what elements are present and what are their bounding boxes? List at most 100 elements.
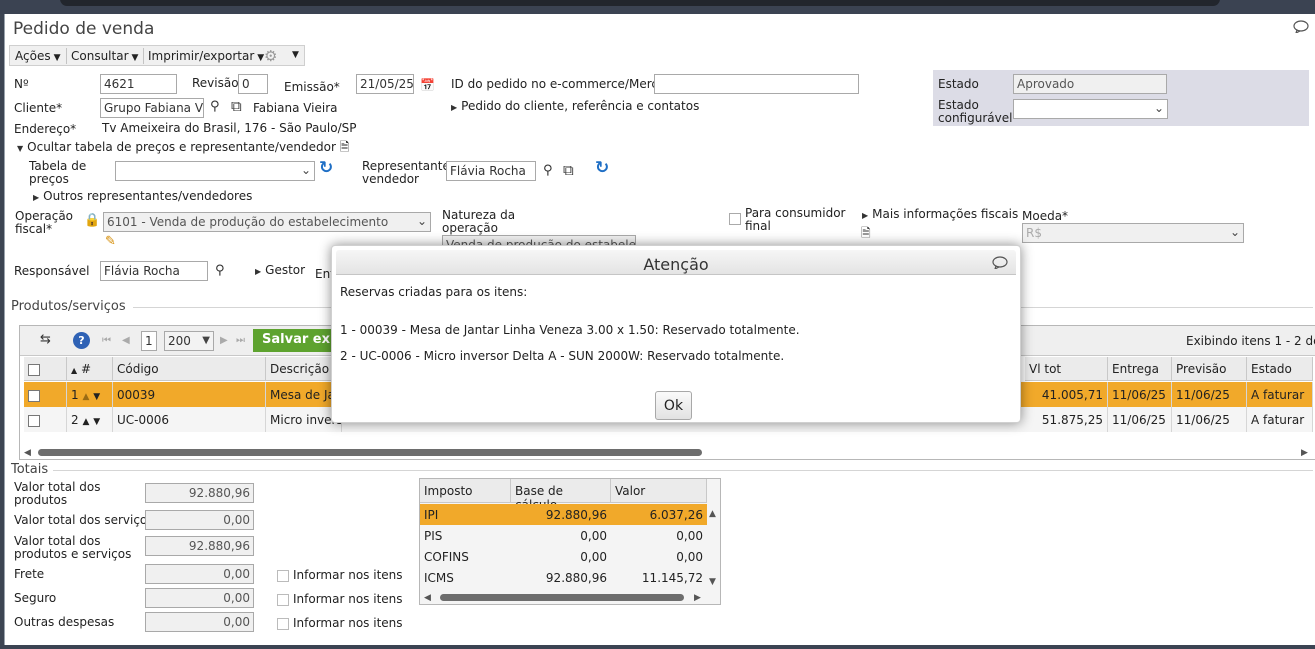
table-row[interactable]: PIS 0,00 0,00	[420, 525, 707, 546]
pedido-cliente-link[interactable]: ▶ Pedido do cliente, referência e contato…	[451, 100, 699, 114]
outras-informar-checkbox[interactable]	[277, 616, 289, 630]
refresh-icon[interactable]: ↻	[319, 160, 333, 177]
seguro-informar-label: Informar nos itens	[293, 592, 403, 606]
external-link-icon[interactable]: ⧉	[563, 163, 574, 178]
tax-horizontal-scrollbar[interactable]: ◀ ▶	[424, 591, 704, 603]
consultar-menu[interactable]: Consultar ▼	[71, 49, 138, 63]
operacao-label-2: fiscal*	[15, 222, 53, 236]
imposto-cell: COFINS	[424, 550, 469, 564]
external-link-icon[interactable]: ⧉	[231, 99, 242, 114]
tabela-precos-select[interactable]: ⌄	[115, 161, 315, 181]
header-codigo[interactable]: Código	[113, 357, 266, 381]
moeda-select[interactable]: R$ ⌄	[1022, 223, 1244, 243]
table-row[interactable]: IPI 92.880,96 6.037,26	[420, 504, 707, 525]
total-produtos-label-2: produtos	[14, 493, 68, 507]
scroll-up-icon[interactable]: ▲	[709, 507, 716, 521]
refresh-icon[interactable]: ↻	[595, 160, 609, 177]
row-checkbox[interactable]	[24, 407, 67, 432]
total-prod-serv-label-2: produtos e serviços	[14, 547, 132, 561]
page-number-field[interactable]: 1	[141, 331, 157, 351]
action-toolbar: Ações ▼ Consultar ▼ Imprimir/exportar ▼ ⚙ ▼	[9, 45, 305, 66]
header-valor[interactable]: Valor	[611, 479, 707, 503]
total-servicos-label: Valor total dos serviços	[14, 513, 154, 527]
imposto-cell: PIS	[424, 529, 443, 543]
triangle-right-icon: ▶	[862, 211, 869, 220]
first-page-icon[interactable]: ⏮	[102, 334, 111, 348]
gestor-link[interactable]: ▶ Gestor	[255, 264, 305, 278]
search-icon[interactable]: ⚲	[543, 164, 553, 178]
next-page-icon[interactable]: ▶	[220, 334, 228, 348]
header-estado[interactable]: Estado	[1247, 357, 1313, 381]
estado-configuravel-select[interactable]: ⌄	[1013, 99, 1168, 119]
page-size-select[interactable]: 200 ▼	[164, 331, 214, 351]
triangle-down-icon: ▼	[17, 144, 24, 153]
imprimir-exportar-menu[interactable]: Imprimir/exportar ▼	[148, 49, 264, 63]
gear-icon[interactable]: ⚙	[264, 47, 277, 65]
header-previsao[interactable]: Previsão	[1172, 357, 1247, 381]
dialog-header: Atenção	[336, 250, 1016, 275]
horizontal-scrollbar[interactable]: ◀ ▶	[24, 446, 1311, 458]
outros-representantes-link[interactable]: ▶ Outros representantes/vendedores	[33, 190, 252, 204]
bottom-bar	[0, 645, 1315, 649]
header-vltot[interactable]: Vl tot	[1025, 357, 1108, 381]
search-icon[interactable]: ⚲	[210, 100, 220, 114]
status-panel: Estado Aprovado Estado configurável ⌄	[933, 70, 1309, 126]
lock-icon: 🔒	[84, 213, 101, 228]
select-all-header[interactable]	[24, 357, 67, 381]
dialog-title: Atenção	[643, 255, 709, 274]
revisao-field[interactable]: 0	[238, 74, 268, 94]
pencil-icon[interactable]: ✎	[105, 235, 116, 249]
emissao-label: Emissão*	[284, 80, 340, 94]
last-page-icon[interactable]: ⏭	[236, 334, 245, 348]
outras-informar-label: Informar nos itens	[293, 616, 403, 630]
consumidor-label-2: final	[745, 219, 771, 233]
seguro-label: Seguro	[14, 591, 57, 605]
header-num[interactable]: ▲ #	[67, 357, 113, 381]
cliente-field[interactable]: Grupo Fabiana Vieira	[100, 98, 204, 118]
chevron-down-icon[interactable]: ▼	[292, 50, 299, 60]
moeda-label: Moeda*	[1022, 209, 1069, 223]
responsavel-label: Responsável	[14, 264, 90, 278]
page-title: Pedido de venda	[13, 19, 155, 39]
ok-button[interactable]: Ok	[655, 391, 692, 420]
emissao-field[interactable]: 21/05/25	[356, 74, 414, 94]
header-entrega[interactable]: Entrega	[1108, 357, 1172, 381]
chat-icon[interactable]	[992, 256, 1008, 269]
outras-despesas-field[interactable]: 0,00	[145, 612, 254, 632]
revisao-label: Revisão	[192, 76, 239, 90]
salvar-exibicao-button[interactable]: Salvar exibição	[253, 329, 339, 352]
consumidor-final-checkbox[interactable]	[729, 211, 741, 225]
calendar-icon[interactable]: 📅	[420, 78, 435, 92]
row-previsao: 11/06/25	[1172, 382, 1247, 407]
ocultar-tabela-link[interactable]: ▼ Ocultar tabela de preços e representant…	[17, 141, 349, 155]
header-base[interactable]: Base de cálculo	[511, 479, 611, 512]
scroll-down-icon[interactable]: ▼	[709, 575, 716, 589]
numero-field[interactable]: 4621	[100, 74, 177, 94]
prev-page-icon[interactable]: ◀	[122, 334, 130, 348]
total-produtos-field: 92.880,96	[145, 483, 254, 503]
os-top-bar	[0, 0, 1315, 14]
responsavel-field[interactable]: Flávia Rocha	[100, 261, 208, 281]
seguro-field[interactable]: 0,00	[145, 588, 254, 608]
document-icon[interactable]: 🗎	[861, 226, 871, 240]
representante-field[interactable]: Flávia Rocha	[446, 161, 536, 181]
table-row[interactable]: ICMS 92.880,96 11.145,72	[420, 567, 707, 588]
triangle-right-icon: ▶	[451, 103, 458, 112]
sync-icon[interactable]: ⇆	[40, 333, 51, 347]
header-imposto[interactable]: Imposto	[420, 479, 511, 503]
acoes-menu[interactable]: Ações ▼	[15, 49, 61, 63]
table-row[interactable]: COFINS 0,00 0,00	[420, 546, 707, 567]
imposto-cell: ICMS	[424, 571, 454, 585]
frete-field[interactable]: 0,00	[145, 564, 254, 584]
dialog-intro: Reservas criadas para os itens:	[340, 285, 528, 299]
search-icon[interactable]: ⚲	[215, 264, 225, 278]
chat-icon[interactable]	[1293, 20, 1309, 33]
base-cell: 0,00	[580, 529, 607, 543]
cliente-contato: Fabiana Vieira	[253, 101, 338, 115]
help-icon[interactable]: ?	[73, 332, 90, 349]
frete-informar-checkbox[interactable]	[277, 568, 289, 582]
row-checkbox[interactable]	[24, 382, 67, 407]
ecommerce-field[interactable]	[654, 74, 859, 94]
seguro-informar-checkbox[interactable]	[277, 592, 289, 606]
mais-informacoes-link[interactable]: ▶ Mais informações fiscais	[862, 208, 1018, 222]
